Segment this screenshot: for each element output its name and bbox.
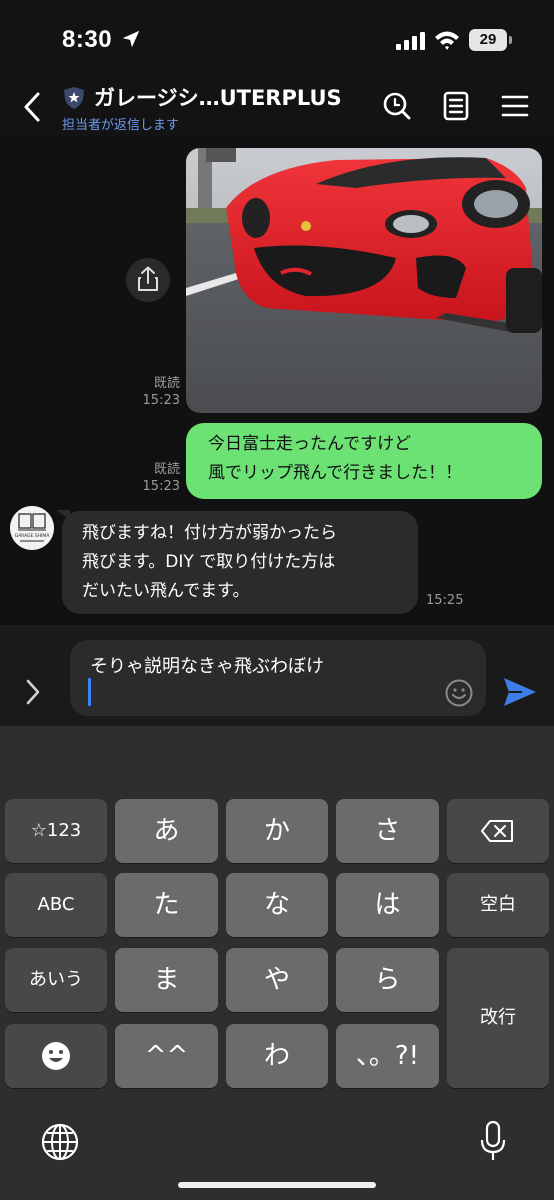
- key-abc[interactable]: ABC: [5, 873, 107, 937]
- shield-icon: [64, 87, 84, 109]
- key-ka[interactable]: か: [226, 799, 328, 863]
- chat-area[interactable]: 既読 15:23 今日富士走ったんですけど 風でリップ飛んで行きました！！ 既読…: [0, 138, 554, 626]
- key-backspace[interactable]: [447, 799, 549, 863]
- key-a[interactable]: あ: [115, 799, 218, 863]
- status-time: 8:30: [62, 26, 113, 53]
- avatar-text: GARAGE SHIMA: [15, 533, 51, 539]
- notes-icon[interactable]: [440, 90, 472, 122]
- emoji-key-icon: [42, 1042, 70, 1070]
- key-kaomoji[interactable]: ^^: [115, 1024, 218, 1088]
- car-photo[interactable]: [186, 148, 542, 413]
- globe-icon[interactable]: [40, 1122, 80, 1162]
- key-ha[interactable]: は: [336, 873, 439, 937]
- key-ya[interactable]: や: [226, 948, 328, 1012]
- mic-icon[interactable]: [478, 1120, 508, 1162]
- avatar[interactable]: GARAGE SHIMA: [10, 506, 54, 550]
- key-emoji[interactable]: [5, 1024, 107, 1088]
- sent-line: 風でリップ飛んで行きました！！: [208, 463, 463, 483]
- received-line: 飛びます。DIY で取り付けた方は: [82, 552, 336, 572]
- text-caret: [88, 678, 91, 706]
- input-bar: そりゃ説明なきゃ飛ぶわぼけ: [0, 626, 554, 726]
- share-icon[interactable]: [126, 258, 170, 302]
- received-time: 15:25: [426, 593, 464, 608]
- message-input-text[interactable]: そりゃ説明なきゃ飛ぶわぼけ: [90, 652, 324, 678]
- signal-icon: [396, 32, 425, 50]
- key-ta[interactable]: た: [115, 873, 218, 937]
- received-line: だいたい飛んでます。: [82, 581, 250, 601]
- message-read-status: 既読 15:23: [138, 461, 180, 495]
- sent-message-bubble[interactable]: 今日富士走ったんですけど 風でリップ飛んで行きました！！: [186, 423, 542, 499]
- emoji-icon[interactable]: [444, 678, 474, 708]
- key-punctuation[interactable]: 、。?!: [336, 1024, 439, 1088]
- photo-time: 15:23: [142, 393, 180, 408]
- key-na[interactable]: な: [226, 873, 328, 937]
- chat-header: ガレージシ…UTERPLUS 担当者が返信します: [0, 80, 554, 138]
- received-message-bubble[interactable]: 飛びますね！付け方が弱かったら 飛びます。DIY で取り付けた方は だいたい飛ん…: [62, 511, 418, 614]
- chat-title[interactable]: ガレージシ…UTERPLUS: [94, 82, 342, 112]
- home-indicator: [178, 1182, 376, 1188]
- received-line: 飛びますね！付け方が弱かったら: [82, 523, 337, 543]
- send-icon[interactable]: [502, 675, 538, 709]
- key-ra[interactable]: ら: [336, 948, 439, 1012]
- keyboard: ☆123 あ か さ ABC た な は 空白 あいう ま や ら 改行 ^^ …: [0, 726, 554, 1200]
- menu-icon[interactable]: [499, 90, 531, 122]
- sent-line: 今日富士走ったんですけど: [208, 434, 412, 454]
- key-enter[interactable]: 改行: [447, 948, 549, 1088]
- photo-read-label: 既読: [153, 376, 180, 391]
- chat-subtitle: 担当者が返信します: [62, 118, 180, 133]
- key-numbers[interactable]: ☆123: [5, 799, 107, 863]
- photo-read-status: 既読 15:23: [138, 375, 180, 409]
- status-bar: 8:30 29: [0, 0, 554, 80]
- battery-level: 29: [469, 29, 507, 51]
- backspace-icon: [481, 820, 513, 842]
- expand-icon[interactable]: [22, 677, 44, 707]
- wifi-icon: [435, 31, 459, 50]
- message-read-label: 既読: [153, 462, 180, 477]
- key-sa[interactable]: さ: [336, 799, 439, 863]
- key-wa[interactable]: わ: [226, 1024, 328, 1088]
- search-icon[interactable]: [381, 90, 413, 122]
- back-icon[interactable]: [18, 90, 48, 124]
- location-arrow-icon: [122, 30, 140, 48]
- key-space[interactable]: 空白: [447, 873, 549, 937]
- key-ma[interactable]: ま: [115, 948, 218, 1012]
- message-input[interactable]: そりゃ説明なきゃ飛ぶわぼけ: [70, 640, 486, 716]
- battery-nub: [509, 36, 512, 44]
- key-kana[interactable]: あいう: [5, 948, 107, 1012]
- message-time: 15:23: [142, 479, 180, 494]
